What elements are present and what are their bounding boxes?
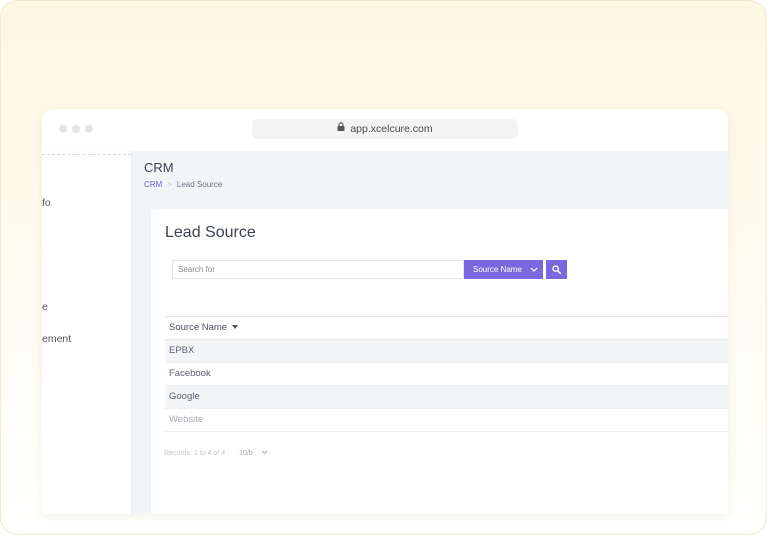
breadcrumb-separator-icon: > — [167, 180, 172, 189]
records-count: Records: 1 to 4 of 4 — [164, 450, 226, 457]
breadcrumb-current: Lead Source — [176, 180, 223, 189]
lock-icon — [337, 118, 345, 138]
sidebar-item[interactable]: e — [42, 301, 48, 313]
sidebar-item[interactable]: ement — [42, 333, 71, 345]
breadcrumb-link-crm[interactable]: CRM — [144, 180, 162, 189]
per-page-select[interactable]: 10/b — [239, 450, 253, 457]
window-dot-maximize[interactable] — [85, 125, 93, 133]
sidebar-divider — [42, 151, 131, 155]
search-field-select-label: Source Name — [473, 265, 522, 274]
table-row[interactable]: Google — [165, 386, 728, 409]
panel-title: Lead Source — [165, 224, 256, 241]
window-dot-minimize[interactable] — [72, 125, 80, 133]
table-row[interactable]: Facebook — [165, 363, 728, 386]
search-icon — [552, 261, 561, 279]
column-header-source-name[interactable]: Source Name — [165, 316, 728, 340]
browser-titlebar: app.xcelcure.com — [42, 109, 728, 151]
search-button[interactable] — [546, 260, 567, 279]
background-card: app.xcelcure.com fo e ement CRM CRM > Lead… — [0, 0, 767, 535]
column-header-label: Source Name — [169, 322, 228, 333]
chevron-down-icon — [261, 450, 268, 457]
sidebar-item[interactable]: fo — [42, 197, 51, 209]
pagination: Records: 1 to 4 of 4 10/b — [164, 450, 268, 457]
window-dot-close[interactable] — [59, 125, 67, 133]
table-row[interactable]: EPBX — [165, 340, 728, 363]
address-bar[interactable]: app.xcelcure.com — [252, 119, 518, 139]
main-content: CRM CRM > Lead Source Lead Source Search f… — [132, 151, 728, 514]
table-row[interactable]: Website — [165, 409, 728, 432]
lead-source-panel: Lead Source Search for Source Name Sourc… — [151, 209, 728, 514]
page-title: CRM — [144, 160, 174, 175]
browser-window: app.xcelcure.com fo e ement CRM CRM > Lead… — [42, 109, 728, 514]
search-input[interactable]: Search for — [172, 260, 464, 279]
chevron-down-icon — [530, 260, 538, 286]
search-field-select[interactable]: Source Name — [464, 260, 543, 279]
url-text: app.xcelcure.com — [350, 123, 433, 135]
breadcrumb: CRM > Lead Source — [144, 180, 222, 189]
lead-source-table: Source Name EPBX Facebook Google Website — [165, 316, 728, 432]
sidebar: fo e ement — [42, 151, 132, 514]
sort-caret-icon — [232, 325, 239, 330]
